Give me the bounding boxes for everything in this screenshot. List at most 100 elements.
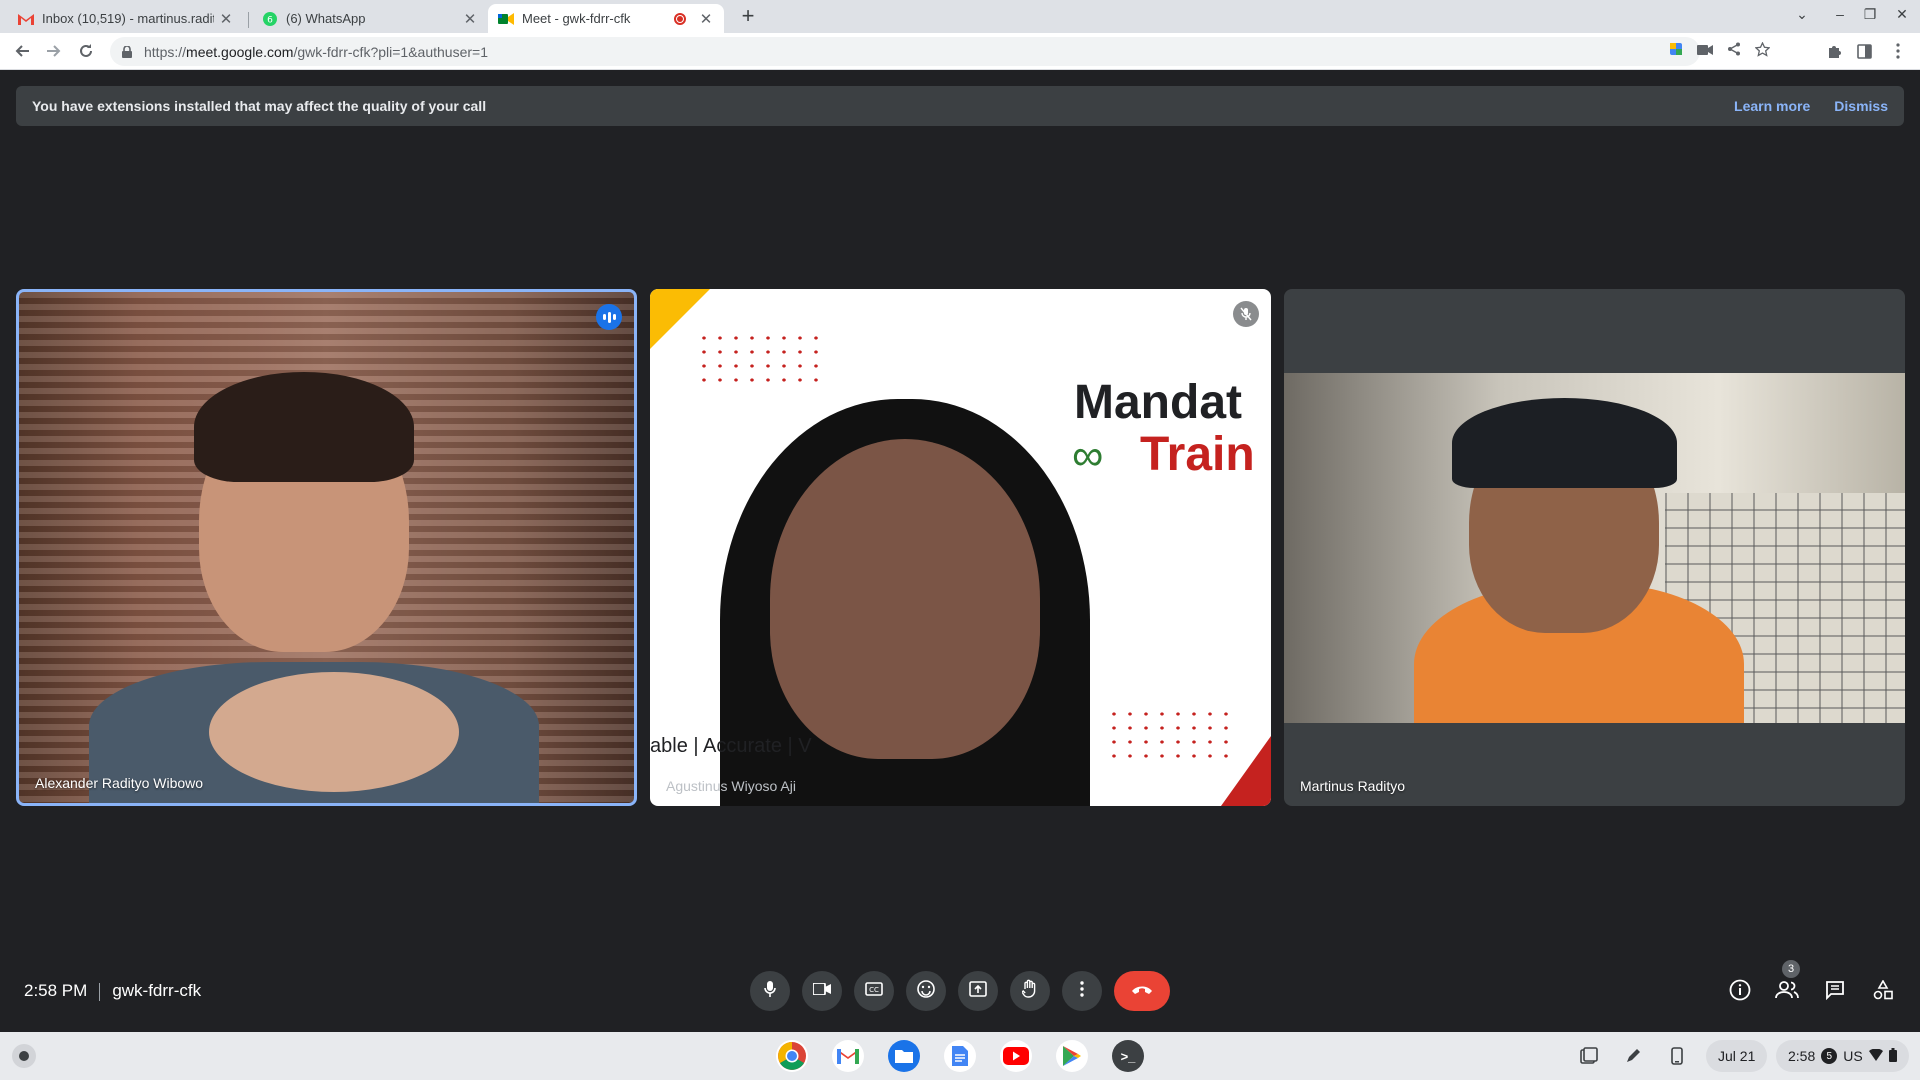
infinity-logo-icon: ∞ (1072, 431, 1104, 480)
participant-tile-agustinus[interactable]: Mandat ∞ Train able | Accurate | V Agust… (650, 289, 1271, 806)
slide-heading-accent: Train (1140, 428, 1255, 481)
close-tab-icon[interactable]: ✕ (218, 10, 234, 28)
files-app-icon[interactable] (888, 1040, 920, 1072)
tab-whatsapp[interactable]: 6 (6) WhatsApp ✕ (252, 4, 488, 33)
battery-icon (1888, 1047, 1897, 1065)
phone-hub-icon[interactable] (1666, 1045, 1688, 1067)
share-icon[interactable] (1727, 42, 1741, 61)
url-path: /gwk-fdrr-cfk?pli=1&authuser=1 (293, 43, 488, 60)
close-tab-icon[interactable]: ✕ (698, 10, 714, 28)
bookmark-star-icon[interactable] (1754, 40, 1771, 62)
activities-shapes-icon (1873, 978, 1893, 1005)
play-store-app-icon[interactable] (1056, 1040, 1088, 1072)
speaking-indicator-icon (596, 304, 622, 330)
back-icon[interactable] (10, 39, 34, 63)
svg-text:CC: CC (869, 986, 879, 994)
whatsapp-icon: 6 (262, 11, 278, 27)
launcher-icon[interactable] (12, 1044, 36, 1068)
banner-message: You have extensions installed that may a… (32, 98, 487, 114)
camera-in-use-icon[interactable] (1697, 43, 1713, 61)
dismiss-button[interactable]: Dismiss (1834, 98, 1888, 114)
restore-icon[interactable]: ❐ (1858, 6, 1882, 23)
microphone-button[interactable] (750, 971, 790, 1011)
tab-gmail[interactable]: Inbox (10,519) - martinus.radity… ✕ (8, 4, 244, 33)
meeting-time: 2:58 PM (24, 981, 88, 1000)
people-icon (1775, 980, 1799, 1004)
divider (99, 982, 101, 1001)
slide-dots (696, 331, 826, 387)
captions-icon: CC (865, 981, 883, 1001)
microphone-icon (763, 980, 777, 1003)
tab-meet[interactable]: Meet - gwk-fdrr-cfk ✕ (488, 4, 724, 33)
shelf-date: Jul 21 (1718, 1048, 1756, 1064)
participant-tile-alexander[interactable]: Alexander Radityo Wibowo (16, 289, 637, 806)
captions-button[interactable]: CC (854, 971, 894, 1011)
learn-more-link[interactable]: Learn more (1734, 98, 1810, 114)
activities-button[interactable] (1870, 978, 1896, 1005)
end-call-button[interactable] (1114, 971, 1170, 1011)
gmail-app-icon[interactable] (832, 1040, 864, 1072)
participant-count-badge: 3 (1782, 960, 1800, 978)
omnibox-actions (1669, 33, 1771, 70)
participant-tile-martinus[interactable]: Martinus Radityo (1284, 289, 1905, 806)
chrome-app-icon[interactable] (776, 1040, 808, 1072)
screen-capture-icon[interactable] (1578, 1045, 1600, 1067)
recording-indicator-icon (674, 12, 686, 25)
forward-icon[interactable] (42, 39, 66, 63)
docs-app-icon[interactable] (944, 1040, 976, 1072)
end-call-icon (1131, 982, 1153, 1000)
wifi-icon (1868, 1048, 1883, 1064)
participant-hair (194, 372, 414, 482)
minimize-icon[interactable]: – (1828, 6, 1852, 22)
participant-name: Martinus Radityo (1300, 778, 1406, 794)
gmail-icon (18, 11, 34, 27)
chat-icon (1825, 980, 1845, 1005)
slide-dots (1106, 707, 1236, 763)
stylus-pen-icon[interactable] (1622, 1045, 1644, 1067)
info-icon (1729, 979, 1751, 1006)
chrome-menu-icon[interactable] (1886, 39, 1910, 63)
participant-name: Alexander Radityo Wibowo (35, 775, 204, 791)
status-tray[interactable]: 2:58 5 US (1776, 1040, 1909, 1072)
extensions-puzzle-icon[interactable] (1822, 39, 1846, 63)
date-tray[interactable]: Jul 21 (1706, 1040, 1768, 1072)
slide-heading: Mandat (1074, 376, 1242, 429)
meeting-details-button[interactable] (1727, 979, 1753, 1005)
chat-button[interactable] (1822, 979, 1848, 1005)
tab-title: Inbox (10,519) - martinus.radity… (42, 11, 214, 26)
muted-mic-icon (1233, 301, 1259, 327)
tab-divider (248, 12, 249, 28)
raise-hand-icon (1021, 979, 1038, 1004)
camera-button[interactable] (802, 971, 842, 1011)
reactions-button[interactable] (906, 971, 946, 1011)
new-tab-button[interactable]: + (736, 5, 760, 29)
browser-tab-strip: Inbox (10,519) - martinus.radity… ✕ 6 (6… (0, 0, 1920, 33)
participant-name: Agustinus Wiyoso Aji (666, 778, 796, 794)
close-tab-icon[interactable]: ✕ (462, 10, 478, 28)
camera-icon (812, 982, 831, 1000)
address-bar[interactable]: https://meet.google.com/gwk-fdrr-cfk?pli… (110, 37, 1700, 66)
present-screen-icon (969, 980, 987, 1002)
participant-headphones (1452, 398, 1677, 488)
terminal-app-icon[interactable]: >_ (1112, 1040, 1144, 1072)
tab-search-icon[interactable]: ⌄ (1790, 6, 1814, 23)
emoji-icon (917, 979, 935, 1003)
svg-text:6: 6 (267, 15, 273, 25)
slide-tagline: able | Accurate | V (650, 735, 812, 757)
slide-decoration (1221, 736, 1271, 806)
reload-icon[interactable] (74, 39, 98, 63)
side-panel-icon[interactable] (1852, 39, 1876, 63)
tab-title: (6) WhatsApp (286, 11, 366, 26)
url-host: meet.google.com (186, 43, 294, 60)
present-screen-button[interactable] (958, 971, 998, 1011)
people-button[interactable] (1774, 979, 1800, 1005)
meet-icon (498, 11, 514, 27)
raise-hand-button[interactable] (1010, 971, 1050, 1011)
youtube-app-icon[interactable] (1000, 1040, 1032, 1072)
translate-icon[interactable] (1669, 42, 1683, 61)
tab-title: Meet - gwk-fdrr-cfk (522, 11, 631, 26)
browser-toolbar: https://meet.google.com/gwk-fdrr-cfk?pli… (0, 33, 1920, 70)
more-options-button[interactable] (1062, 971, 1102, 1011)
url-prefix: https:// (144, 43, 187, 60)
close-window-icon[interactable]: ✕ (1890, 6, 1914, 23)
